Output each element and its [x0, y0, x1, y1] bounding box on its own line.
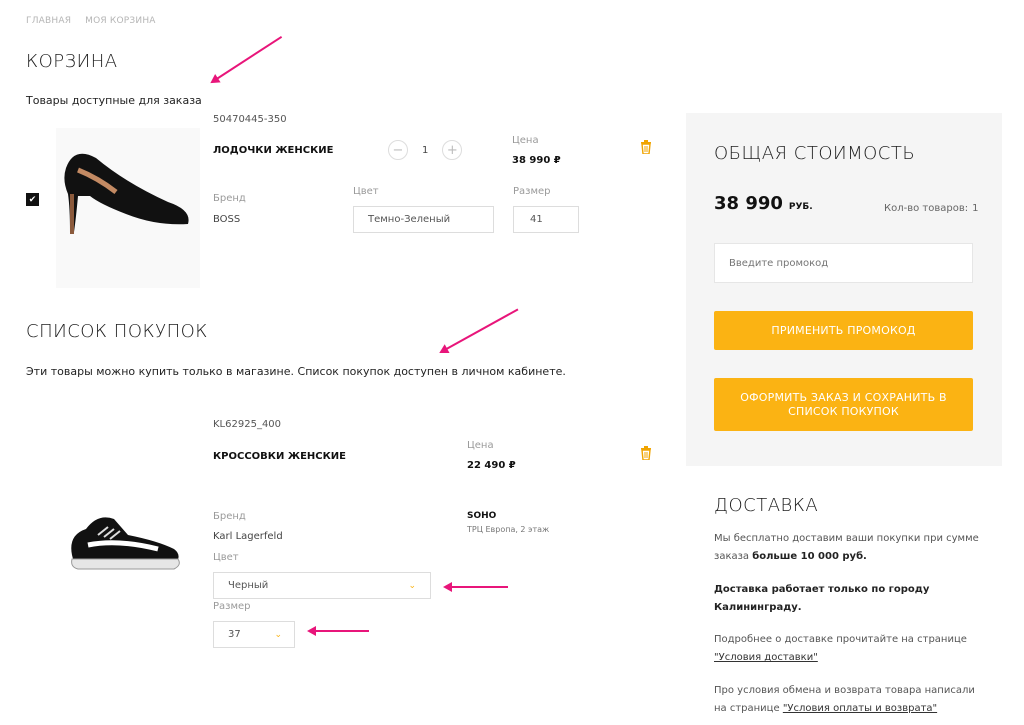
breadcrumb-cart-link[interactable]: МОЯ КОРЗИНА	[85, 16, 156, 26]
list-item-sku: KL62925_400	[213, 419, 282, 430]
cart-subtitle: Товары доступные для заказа	[26, 94, 202, 107]
trash-icon[interactable]	[640, 140, 652, 158]
store-name: SOHO	[467, 511, 497, 521]
delivery-more-text: Подробнее о доставке прочитайте на стран…	[714, 634, 967, 645]
list-size-label: Размер	[213, 601, 251, 612]
cart-price: 38 990 ₽	[512, 155, 561, 166]
cart-item-checkbox[interactable]: ✔	[26, 193, 39, 206]
list-brand: Karl Lagerfeld	[213, 531, 283, 542]
cart-color-value: Темно-Зеленый	[368, 214, 451, 225]
delivery-title: ДОСТАВКА	[714, 495, 819, 516]
chevron-down-icon: ⌄	[274, 629, 282, 640]
summary-total: 38 990 РУБ.	[714, 193, 813, 214]
delivery-info-1: Мы бесплатно доставим ваши покупки при с…	[714, 530, 984, 566]
qty-decrease-button[interactable]: −	[388, 140, 408, 160]
items-count: Кол-во товаров: 1	[884, 203, 978, 214]
list-price: 22 490 ₽	[467, 460, 516, 471]
shopping-list-subtitle: Эти товары можно купить только в магазин…	[26, 365, 566, 378]
cart-item-image[interactable]	[56, 128, 200, 288]
cart-brand-label: Бренд	[213, 193, 246, 204]
annotation-arrow	[211, 35, 283, 83]
delivery-info-3: Подробнее о доставке прочитайте на стран…	[714, 631, 984, 667]
delivery-city-note: Доставка работает только по городу Калин…	[714, 584, 930, 613]
list-item-image[interactable]	[58, 505, 188, 575]
delivery-threshold: больше 10 000 руб.	[752, 551, 867, 562]
checkmark-icon: ✔	[28, 194, 37, 205]
cart-title: КОРЗИНА	[26, 51, 118, 72]
delivery-terms-link[interactable]: "Условия доставки"	[714, 652, 818, 663]
sneaker-icon	[71, 517, 180, 570]
cart-item-name[interactable]: ЛОДОЧКИ ЖЕНСКИЕ	[213, 145, 333, 156]
qty-increase-button[interactable]: +	[442, 140, 463, 160]
annotation-arrow	[440, 308, 519, 353]
list-color-value: Черный	[228, 580, 269, 591]
summary-title: ОБЩАЯ СТОИМОСТЬ	[714, 143, 916, 164]
pump-shoe-icon	[64, 153, 189, 234]
cart-price-label: Цена	[512, 135, 539, 146]
breadcrumb-home-link[interactable]: ГЛАВНАЯ	[26, 16, 71, 26]
checkout-button[interactable]: ОФОРМИТЬ ЗАКАЗ И СОХРАНИТЬ В СПИСОК ПОКУ…	[714, 378, 973, 431]
annotation-arrow	[307, 626, 369, 636]
cart-color-field[interactable]: Темно-Зеленый	[353, 206, 494, 233]
promo-code-input[interactable]	[714, 243, 973, 283]
list-size-value: 37	[228, 629, 241, 640]
cart-size-label: Размер	[513, 186, 551, 197]
quantity-stepper: − 1 +	[388, 140, 463, 160]
list-brand-label: Бренд	[213, 511, 246, 522]
apply-promo-button[interactable]: ПРИМЕНИТЬ ПРОМОКОД	[714, 311, 973, 350]
cart-item-sku: 50470445-350	[213, 114, 287, 125]
shopping-list-title: СПИСОК ПОКУПОК	[26, 321, 208, 342]
cart-brand: BOSS	[213, 214, 241, 225]
delivery-info-4: Про условия обмена и возврата товара нап…	[714, 682, 984, 718]
list-color-label: Цвет	[213, 552, 239, 563]
breadcrumb: ГЛАВНАЯ МОЯ КОРЗИНА	[26, 16, 156, 26]
store-address: ТРЦ Европа, 2 этаж	[467, 525, 550, 534]
chevron-down-icon: ⌄	[408, 580, 416, 591]
list-item-name[interactable]: КРОССОВКИ ЖЕНСКИЕ	[213, 451, 346, 462]
trash-icon[interactable]	[640, 446, 652, 464]
cart-size-field[interactable]: 41	[513, 206, 579, 233]
payment-returns-link[interactable]: "Условия оплаты и возврата"	[783, 703, 937, 714]
items-count-value: 1	[972, 203, 979, 214]
list-size-select[interactable]: 37 ⌄	[213, 621, 295, 648]
delivery-info-2: Доставка работает только по городу Калин…	[714, 581, 944, 617]
cart-size-value: 41	[530, 214, 543, 225]
list-color-select[interactable]: Черный ⌄	[213, 572, 431, 599]
qty-value: 1	[422, 144, 429, 156]
total-currency: РУБ.	[788, 202, 813, 212]
annotation-arrow	[443, 582, 508, 592]
total-amount: 38 990	[714, 193, 783, 214]
items-count-label: Кол-во товаров:	[884, 203, 969, 214]
cart-color-label: Цвет	[353, 186, 379, 197]
list-price-label: Цена	[467, 440, 494, 451]
